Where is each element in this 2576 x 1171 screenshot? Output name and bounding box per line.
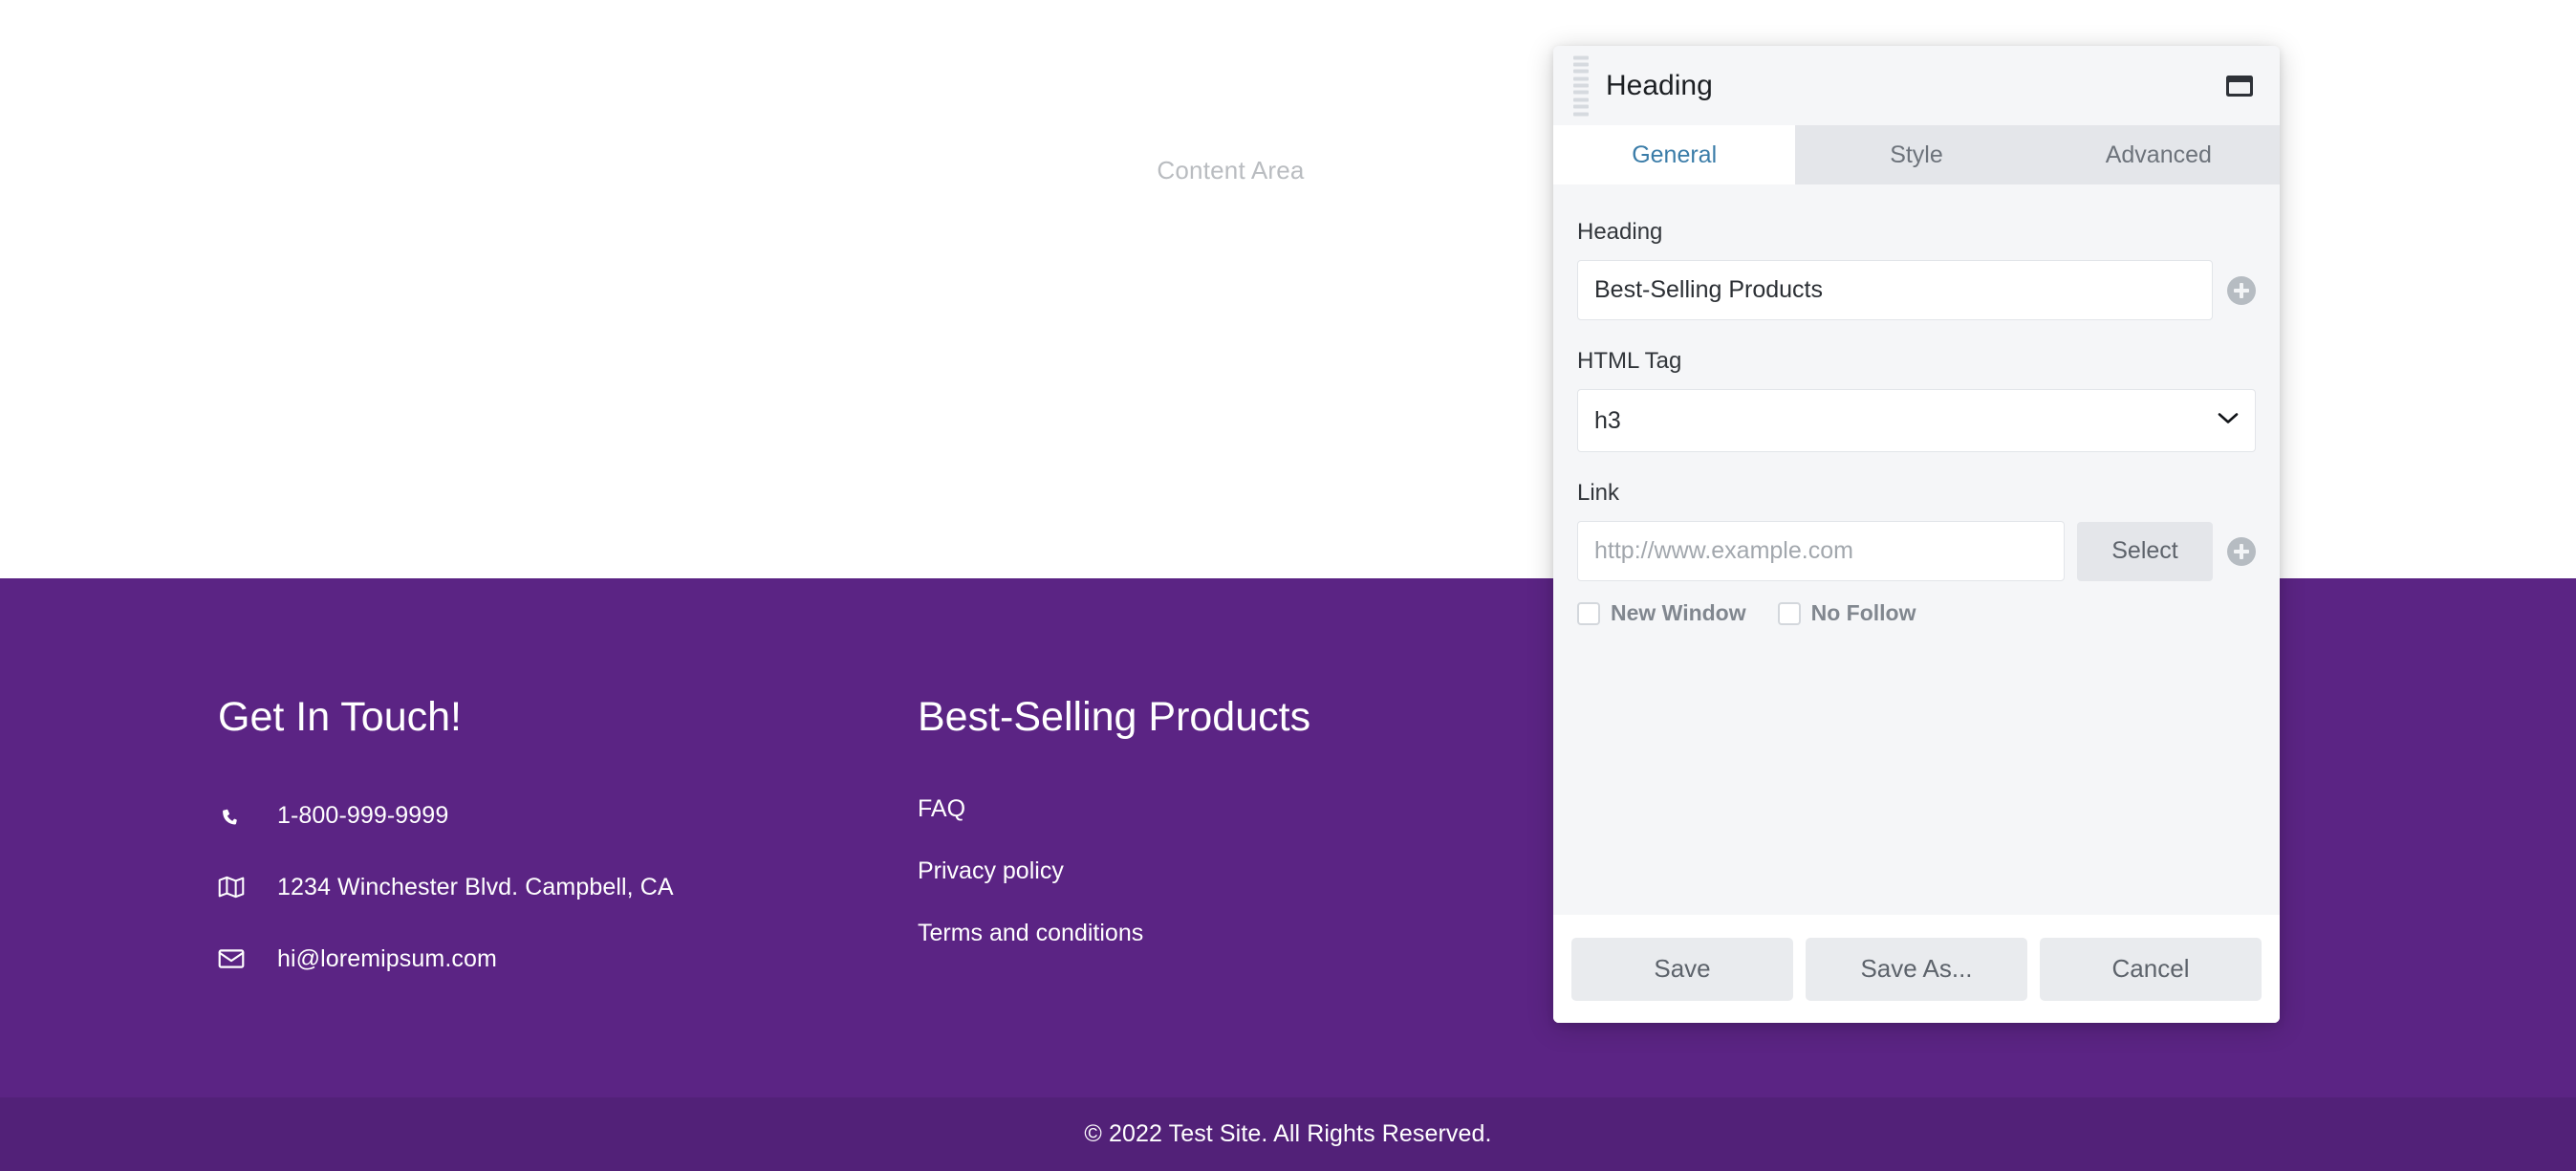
contact-address-text: 1234 Winchester Blvd. Campbell, CA <box>277 873 674 900</box>
field-html-tag: HTML Tag h3 <box>1577 348 2256 452</box>
contact-row-email: hi@loremipsum.com <box>218 943 674 975</box>
checkbox-no-follow-box[interactable] <box>1777 601 1801 625</box>
footer-link-list: FAQ Privacy policy Terms and conditions <box>918 795 1310 947</box>
map-icon <box>218 871 254 903</box>
tab-advanced-label: Advanced <box>2105 141 2212 168</box>
page-root: Content Area Get In Touch! 1-800-999-999… <box>0 0 2576 1171</box>
html-tag-select[interactable]: h3 <box>1577 389 2256 452</box>
save-as-button[interactable]: Save As... <box>1806 937 2027 1001</box>
copyright-bar: © 2022 Test Site. All Rights Reserved. <box>0 1097 2576 1171</box>
heading-input-row <box>1577 260 2256 320</box>
field-link: Link Select New Window No Follow <box>1577 480 2256 626</box>
dialog-footer: Save Save As... Cancel <box>1553 915 2280 1023</box>
html-tag-select-wrap: h3 <box>1577 389 2256 452</box>
link-select-button[interactable]: Select <box>2077 521 2213 581</box>
phone-icon <box>218 799 254 832</box>
footer-link-terms-and-conditions[interactable]: Terms and conditions <box>918 920 1310 947</box>
envelope-icon <box>218 943 254 975</box>
checkbox-new-window-box[interactable] <box>1577 601 1600 625</box>
checkbox-new-window[interactable]: New Window <box>1577 600 1746 626</box>
heading-field-label: Heading <box>1577 219 1663 245</box>
footer-contact-list: 1-800-999-9999 1234 Winchester Blvd. Cam… <box>218 799 674 975</box>
checkbox-no-follow-label: No Follow <box>1810 600 1916 625</box>
checkbox-no-follow[interactable]: No Follow <box>1777 600 1916 626</box>
footer-link-privacy-policy[interactable]: Privacy policy <box>918 857 1310 885</box>
contact-email-text: hi@loremipsum.com <box>277 944 497 972</box>
link-field-label: Link <box>1577 480 1620 506</box>
cancel-button[interactable]: Cancel <box>2040 937 2262 1001</box>
plus-circle-icon-heading[interactable] <box>2227 275 2256 305</box>
link-input[interactable] <box>1577 521 2065 581</box>
contact-row-address: 1234 Winchester Blvd. Campbell, CA <box>218 871 674 903</box>
footer-links-heading: Best-Selling Products <box>918 694 1311 740</box>
checkbox-new-window-label: New Window <box>1611 600 1746 625</box>
dialog-title: Heading <box>1606 69 1713 101</box>
heading-input[interactable] <box>1577 260 2213 320</box>
copyright-text: © 2022 Test Site. All Rights Reserved. <box>1084 1120 1492 1147</box>
dialog-body-general: Heading HTML Tag h3 <box>1553 184 2280 915</box>
contact-row-phone: 1-800-999-9999 <box>218 799 674 832</box>
drag-handle-icon[interactable] <box>1573 55 1589 116</box>
contact-phone-text: 1-800-999-9999 <box>277 801 449 829</box>
dialog-header: Heading <box>1553 46 2280 125</box>
plus-circle-icon-link[interactable] <box>2227 536 2256 566</box>
save-button[interactable]: Save <box>1571 937 1793 1001</box>
field-heading: Heading <box>1577 219 2256 320</box>
html-tag-field-label: HTML Tag <box>1577 348 1682 374</box>
footer-column-contact: Get In Touch! 1-800-999-9999 1234 Winche… <box>218 694 674 1014</box>
heading-settings-dialog: Heading General Style Advanced Heading B… <box>1553 46 2280 1023</box>
link-input-row: Select <box>1577 521 2256 581</box>
dialog-tab-bar: General Style Advanced <box>1553 125 2280 184</box>
footer-link-faq[interactable]: FAQ <box>918 795 1310 823</box>
tab-style-label: Style <box>1890 141 1943 168</box>
window-restore-icon[interactable] <box>2223 72 2256 100</box>
footer-contact-heading: Get In Touch! <box>218 694 462 740</box>
tab-general[interactable]: General <box>1553 125 1796 184</box>
tab-advanced[interactable]: Advanced <box>2038 125 2280 184</box>
link-options-row: New Window No Follow <box>1577 600 2256 626</box>
tab-general-label: General <box>1632 141 1718 168</box>
footer-column-links: Best-Selling Products FAQ Privacy policy… <box>918 694 1311 982</box>
tab-style[interactable]: Style <box>1795 125 2037 184</box>
